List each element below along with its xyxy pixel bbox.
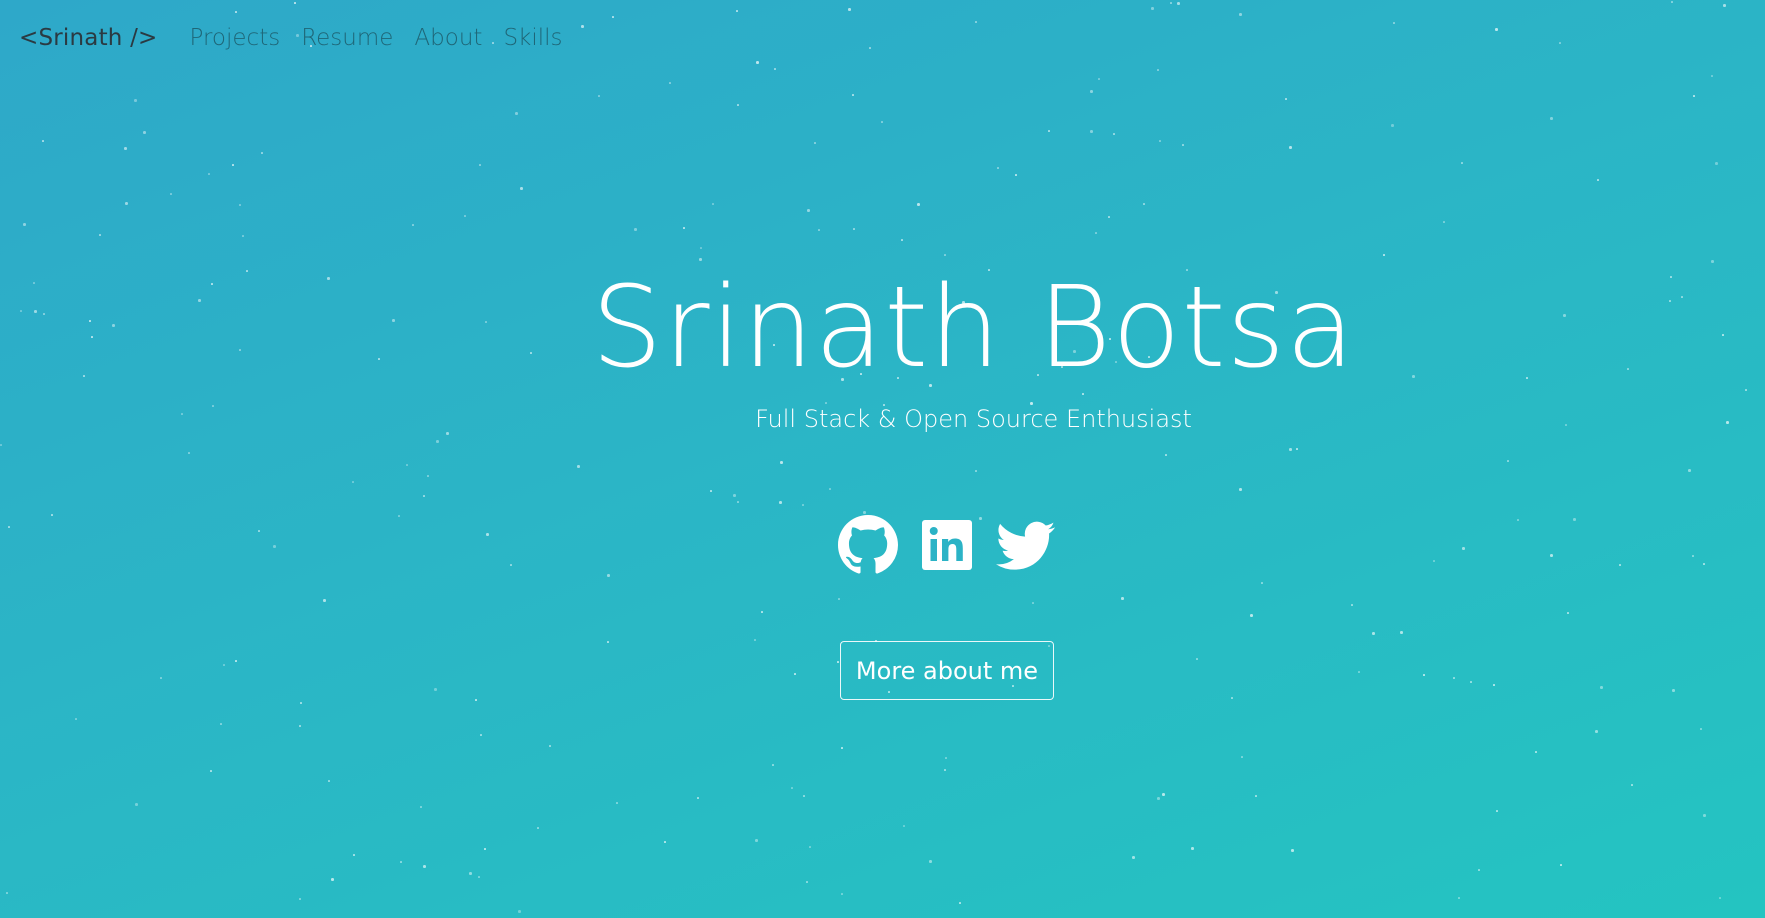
hero-subtitle: Full Stack & Open Source Enthusiast: [755, 405, 1192, 433]
linkedin-icon: [922, 520, 972, 570]
twitter-icon: [996, 521, 1056, 570]
hero-title: Srinath Botsa: [591, 263, 1356, 393]
more-about-me-button[interactable]: More about me: [840, 641, 1054, 700]
hero-section: Srinath Botsa Full Stack & Open Source E…: [0, 0, 1765, 918]
github-icon: [838, 515, 898, 574]
github-link[interactable]: [838, 515, 898, 575]
social-links: [838, 515, 1056, 575]
linkedin-link[interactable]: [917, 515, 977, 575]
twitter-link[interactable]: [996, 515, 1056, 575]
